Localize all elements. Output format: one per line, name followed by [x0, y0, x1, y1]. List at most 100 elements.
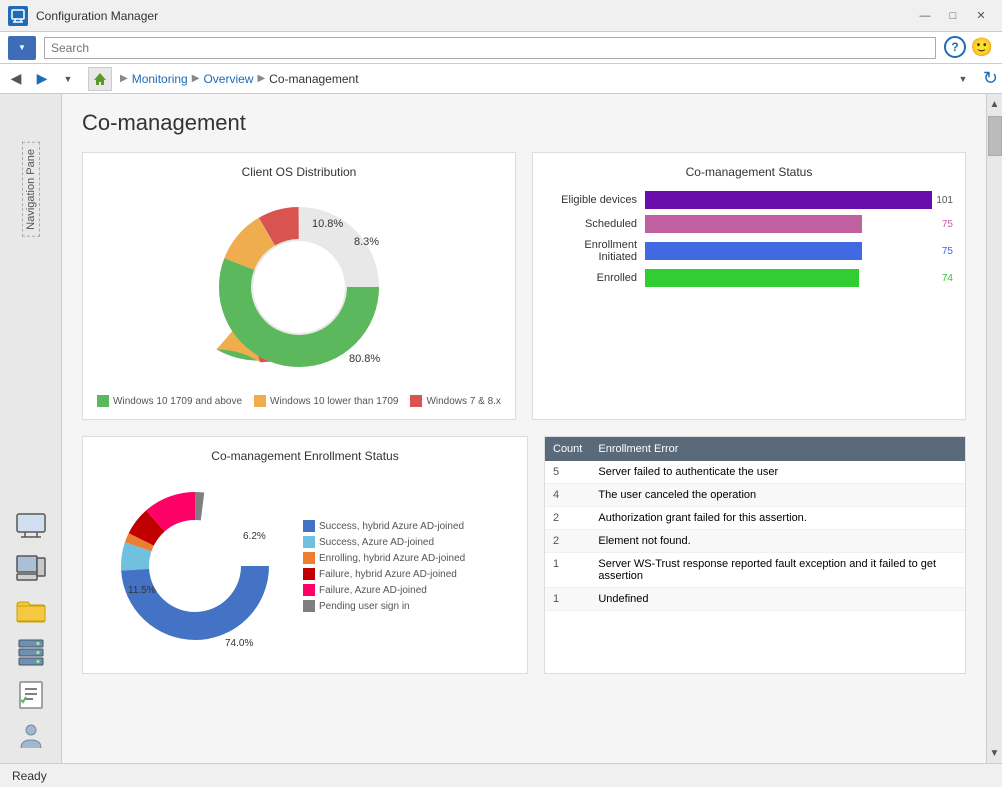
enrollment-errors-table: Count Enrollment Error 5 Server failed t… [544, 436, 966, 674]
bar-track-scheduled [645, 215, 938, 233]
close-button[interactable]: ✕ [968, 6, 994, 26]
dropdown-button[interactable]: ▼ [56, 67, 80, 91]
enroll-label-enrolling-hybrid: Enrolling, hybrid Azure AD-joined [319, 553, 465, 564]
table-row: 2 Element not found. [545, 530, 965, 553]
table-row: 1 Undefined [545, 588, 965, 611]
enroll-label-azure-success: Success, Azure AD-joined [319, 537, 434, 548]
bar-value-enrollment-initiated: 75 [942, 246, 953, 257]
bar-track-eligible [645, 191, 932, 209]
enrollment-status-chart: Co-management Enrollment Status [82, 436, 528, 674]
enroll-dot-darkred [303, 568, 315, 580]
bar-track-enrolled [645, 269, 938, 287]
content-area[interactable]: Co-management Client OS Distribution [62, 94, 986, 763]
scroll-down-arrow[interactable]: ▼ [987, 743, 1002, 763]
table-row: 5 Server failed to authenticate the user [545, 461, 965, 484]
sidebar-icon-checklist[interactable] [11, 677, 51, 713]
breadcrumb-sep-1: ▶ [120, 73, 128, 84]
sidebar-icon-computer[interactable] [11, 551, 51, 587]
client-os-svg: 8.3% 10.8% 80.8% [179, 187, 419, 387]
sidebar-icon-monitor[interactable] [11, 509, 51, 545]
bar-fill-enrollment-initiated [645, 242, 862, 260]
scroll-up-arrow[interactable]: ▲ [987, 94, 1002, 114]
search-input[interactable] [44, 37, 936, 59]
bar-fill-enrolled [645, 269, 859, 287]
breadcrumb-overview[interactable]: Overview [203, 72, 253, 86]
minimize-button[interactable]: — [912, 6, 938, 26]
error-count: 4 [545, 484, 590, 507]
enroll-dot-blue [303, 520, 315, 532]
status-text: Ready [12, 769, 47, 783]
bar-label-eligible: Eligible devices [545, 194, 645, 206]
legend-dot-red [410, 395, 422, 407]
error-table-body: 5 Server failed to authenticate the user… [545, 461, 965, 611]
breadcrumb-monitoring[interactable]: Monitoring [132, 72, 188, 86]
enroll-label-failure-azure: Failure, Azure AD-joined [319, 585, 427, 596]
os-label-yellow: 10.8% [312, 218, 343, 230]
error-message: Element not found. [590, 530, 965, 553]
enroll-label-pending: Pending user sign in [319, 601, 410, 612]
legend-label-yellow: Windows 10 lower than 1709 [270, 396, 398, 407]
error-message: Authorization grant failed for this asse… [590, 507, 965, 530]
app-title: Configuration Manager [36, 9, 912, 23]
main-layout: Navigation Pane [0, 94, 1002, 763]
bar-value-scheduled: 75 [942, 219, 953, 230]
os-label-red: 8.3% [354, 236, 379, 248]
bar-row-eligible: Eligible devices 101 [545, 191, 953, 209]
legend-green: Windows 10 1709 and above [97, 395, 242, 407]
navigation-pane-label: Navigation Pane [22, 142, 40, 237]
sidebar-icons [11, 509, 51, 763]
col-error-header: Enrollment Error [590, 437, 965, 461]
enroll-center [151, 522, 239, 610]
enroll-dot-lightblue [303, 536, 315, 548]
legend-red: Windows 7 & 8.x [410, 395, 500, 407]
bar-fill-eligible [645, 191, 932, 209]
breadcrumb-sep-2: ▶ [192, 73, 200, 84]
client-os-title: Client OS Distribution [95, 165, 503, 179]
bar-row-enrolled: Enrolled 74 [545, 269, 953, 287]
sidebar-icon-folder[interactable] [11, 593, 51, 629]
legend-dot-yellow [254, 395, 266, 407]
sidebar-icon-person[interactable] [11, 719, 51, 755]
bar-row-enrollment-initiated: EnrollmentInitiated 75 [545, 239, 953, 263]
bar-value-eligible: 101 [936, 195, 953, 206]
table-row: 1 Server WS-Trust response reported faul… [545, 553, 965, 588]
error-message: The user canceled the operation [590, 484, 965, 507]
table-row: 4 The user canceled the operation [545, 484, 965, 507]
back-button[interactable]: ◀ [4, 67, 28, 91]
enroll-label-failure-hybrid: Failure, hybrid Azure AD-joined [319, 569, 457, 580]
enroll-legend-blue: Success, hybrid Azure AD-joined [303, 520, 465, 532]
bar-fill-scheduled [645, 215, 862, 233]
error-message: Server failed to authenticate the user [590, 461, 965, 484]
sidebar-icon-server[interactable] [11, 635, 51, 671]
app-icon [8, 6, 28, 26]
refresh-icon[interactable]: ↻ [983, 68, 998, 89]
page-title: Co-management [82, 110, 966, 136]
col-count-header: Count [545, 437, 590, 461]
enroll-label-red: 11.5% [128, 585, 156, 596]
window-controls: — □ ✕ [912, 6, 994, 26]
enroll-label-lightblue: 6.2% [243, 531, 266, 542]
maximize-button[interactable]: □ [940, 6, 966, 26]
menu-button[interactable]: ▼ [8, 36, 36, 60]
breadcrumb-dropdown[interactable]: ▼ [951, 67, 975, 91]
legend-label-green: Windows 10 1709 and above [113, 396, 242, 407]
breadcrumb-sep-3: ▶ [257, 73, 265, 84]
comanagement-status-chart: Co-management Status Eligible devices 10… [532, 152, 966, 420]
enroll-legend-grey: Pending user sign in [303, 600, 465, 612]
error-count: 1 [545, 553, 590, 588]
forward-button[interactable]: ▶ [30, 67, 54, 91]
enrollment-svg: 6.2% 11.5% 74.0% [95, 471, 295, 661]
right-scrollbar[interactable]: ▲ ▼ [986, 94, 1002, 763]
enroll-label-hybrid-success: Success, hybrid Azure AD-joined [319, 521, 464, 532]
bar-track-enrollment-initiated [645, 242, 938, 260]
title-bar: Configuration Manager — □ ✕ [0, 0, 1002, 32]
error-count: 2 [545, 507, 590, 530]
user-icon[interactable]: 🙂 [970, 36, 994, 60]
scroll-thumb[interactable] [988, 116, 1002, 156]
error-count: 1 [545, 588, 590, 611]
bar-chart: Eligible devices 101 Scheduled 75 [545, 187, 953, 297]
error-count: 5 [545, 461, 590, 484]
enroll-label-blue: 74.0% [225, 638, 253, 649]
home-button[interactable] [88, 67, 112, 91]
help-icon[interactable]: ? [944, 36, 966, 58]
